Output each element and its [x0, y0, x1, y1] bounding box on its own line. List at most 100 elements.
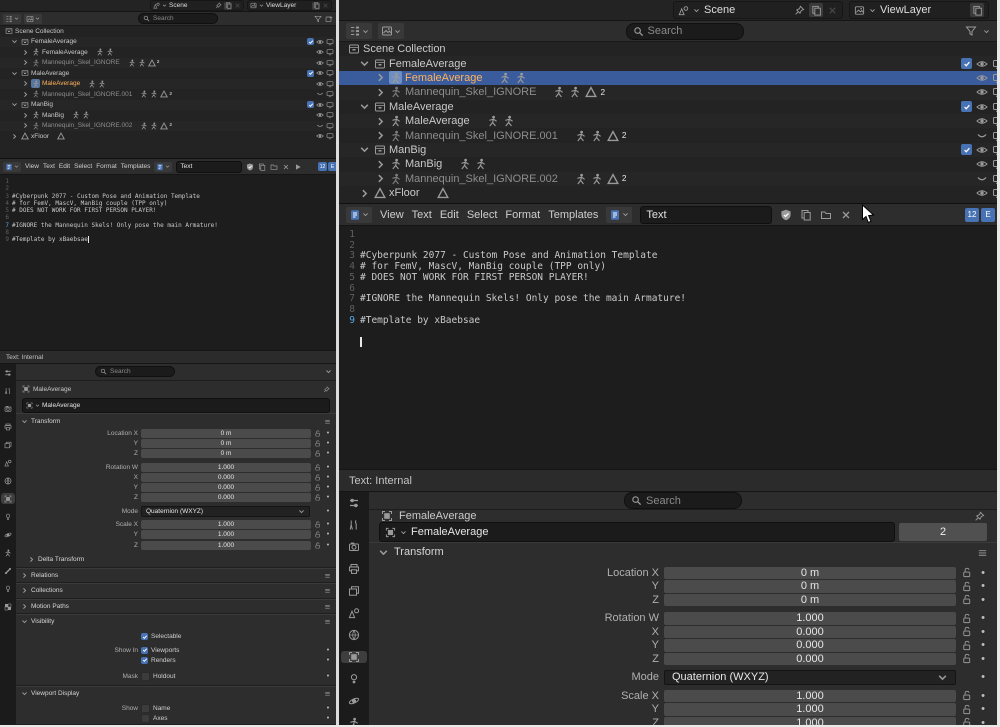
animate-dot[interactable]: •	[324, 494, 332, 501]
animate-dot[interactable]: •	[977, 626, 989, 638]
lock-icon[interactable]	[314, 474, 321, 481]
relations-panel[interactable]: Relations	[16, 569, 336, 583]
holdout-checkbox[interactable]	[141, 672, 150, 681]
eye-icon[interactable]	[976, 72, 988, 84]
outliner-row[interactable]: ManBig	[0, 110, 336, 121]
animate-dot[interactable]: •	[977, 717, 989, 725]
filter-funnel-icon[interactable]	[314, 15, 322, 23]
filter-dropdown[interactable]	[24, 14, 42, 24]
value-field[interactable]: 0.000	[664, 639, 956, 652]
animate-dot[interactable]: •	[324, 715, 332, 722]
value-field[interactable]: 1.000	[141, 520, 311, 529]
menu-edit[interactable]: Edit	[59, 163, 70, 170]
value-field[interactable]: 0.000	[664, 626, 956, 639]
new-scene-button[interactable]	[809, 3, 823, 17]
eye-icon[interactable]	[316, 69, 324, 77]
pin-icon[interactable]	[974, 511, 985, 522]
checkbox[interactable]	[307, 101, 314, 108]
animate-dot[interactable]: •	[324, 542, 332, 549]
lock-icon[interactable]	[961, 690, 972, 701]
lock-icon[interactable]	[314, 484, 321, 491]
value-field[interactable]: 0.000	[664, 653, 956, 666]
menu-format[interactable]: Format	[505, 209, 540, 221]
transform-panel-header[interactable]: Transform	[16, 414, 336, 428]
checkbox[interactable]	[961, 144, 972, 155]
value-field[interactable]: 0.000	[141, 483, 311, 492]
editor-type-dropdown[interactable]	[341, 497, 367, 509]
screen-icon[interactable]	[326, 59, 334, 67]
value-field[interactable]: 1.000	[141, 541, 311, 550]
lock-icon[interactable]	[314, 531, 321, 538]
transform-panel-header[interactable]: Transform	[369, 543, 997, 561]
editor-type-dropdown[interactable]	[1, 367, 15, 378]
eye-closed-icon[interactable]	[976, 173, 988, 185]
value-field[interactable]: 0 m	[664, 580, 956, 593]
outliner-row[interactable]: FemaleAverage	[339, 56, 997, 70]
text-name-field[interactable]: Text	[640, 206, 772, 224]
text-datablock-dropdown[interactable]	[606, 207, 632, 223]
outliner-row[interactable]: FemaleAverage	[0, 37, 336, 48]
tab-output[interactable]	[341, 563, 367, 575]
filter-funnel-icon[interactable]	[965, 25, 977, 37]
checkbox[interactable]	[961, 58, 972, 69]
animate-dot[interactable]: •	[977, 639, 989, 651]
display-mode-dropdown[interactable]	[346, 23, 372, 39]
lock-icon[interactable]	[314, 494, 321, 501]
viewlayer-selector[interactable]: ViewLayer	[849, 1, 989, 19]
word-wrap-toggle[interactable]: E	[328, 162, 336, 171]
tab-object[interactable]	[341, 651, 367, 663]
outliner-row[interactable]: xFloor	[339, 186, 997, 200]
tab-scene[interactable]	[1, 457, 15, 468]
outliner-row-active[interactable]: MaleAverage	[0, 79, 336, 90]
value-field[interactable]: 1.000	[664, 690, 956, 703]
tab-world[interactable]	[1, 475, 15, 486]
outliner-row[interactable]: Scene Collection	[0, 26, 336, 37]
lock-icon[interactable]	[961, 594, 972, 605]
collections-panel[interactable]: Collections	[16, 584, 336, 598]
eye-closed-icon[interactable]	[316, 90, 324, 98]
scene-selector[interactable]: Scene	[150, 0, 244, 11]
tab-bone-constraints[interactable]	[1, 583, 15, 594]
lock-icon[interactable]	[961, 626, 972, 637]
menu-view[interactable]: View	[380, 209, 404, 221]
tab-tool[interactable]	[1, 385, 15, 396]
animate-dot[interactable]: •	[324, 508, 332, 515]
screen-icon[interactable]	[326, 48, 334, 56]
scene-name[interactable]: Scene	[704, 4, 790, 16]
outliner-row[interactable]: FemaleAverage	[0, 47, 336, 58]
value-field[interactable]: 1.000	[141, 463, 311, 472]
eye-icon[interactable]	[316, 59, 324, 67]
object-name-field[interactable]: FemaleAverage	[379, 522, 895, 542]
tab-output[interactable]	[1, 421, 15, 432]
tab-object[interactable]	[1, 493, 15, 504]
animate-dot[interactable]: •	[324, 657, 332, 664]
tab-constraints[interactable]	[1, 511, 15, 522]
menu-templates[interactable]: Templates	[548, 209, 598, 221]
new-text-icon[interactable]	[258, 163, 266, 171]
screen-icon[interactable]	[326, 69, 334, 77]
menu-select[interactable]: Select	[74, 163, 92, 170]
scene-selector[interactable]: Scene	[673, 1, 843, 19]
run-script-icon[interactable]	[294, 163, 302, 171]
eye-icon[interactable]	[316, 101, 324, 109]
outliner-row[interactable]: Mannequin_Skel_IGNORE.0022	[0, 121, 336, 132]
text-name-field[interactable]: Text	[176, 161, 242, 173]
menu-templates[interactable]: Templates	[121, 163, 151, 170]
checkbox[interactable]	[307, 70, 314, 77]
lock-icon[interactable]	[314, 450, 321, 457]
search-input[interactable]: Search	[138, 13, 218, 24]
unlink-icon[interactable]	[282, 163, 290, 171]
value-field[interactable]: 0 m	[664, 567, 956, 580]
animate-dot[interactable]: •	[324, 647, 332, 654]
line-numbers-toggle[interactable]: 12	[965, 208, 979, 222]
animate-dot[interactable]: •	[977, 671, 989, 683]
animate-dot[interactable]: •	[324, 484, 332, 491]
menu-text[interactable]: Text	[43, 163, 55, 170]
fake-user-icon[interactable]	[780, 209, 792, 221]
value-field[interactable]: 0.000	[141, 493, 311, 502]
animate-dot[interactable]: •	[977, 580, 989, 592]
new-collection-icon[interactable]	[325, 15, 333, 23]
fake-user-icon[interactable]	[246, 163, 254, 171]
lock-icon[interactable]	[961, 581, 972, 592]
animate-dot[interactable]: •	[324, 531, 332, 538]
